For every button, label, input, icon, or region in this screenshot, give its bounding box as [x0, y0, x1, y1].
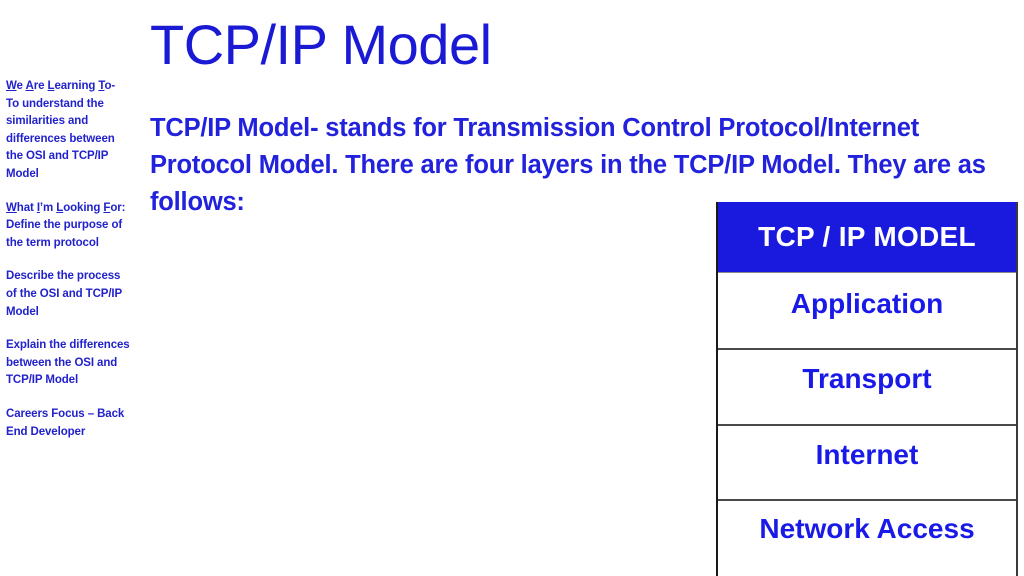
- model-table-header: TCP / IP MODEL: [718, 202, 1016, 272]
- sidebar-block-body: Define the purpose of the term protocol: [6, 219, 123, 249]
- tcp-ip-model-table: TCP / IP MODEL Application Transport Int…: [716, 202, 1018, 576]
- sidebar-block-heading: What I’m Looking For:: [6, 201, 126, 214]
- model-layer-application: Application: [718, 272, 1016, 348]
- sidebar-block-what-im-looking-for: What I’m Looking For: Define the purpose…: [6, 200, 132, 253]
- sidebar-block-body: Careers Focus – Back End Developer: [6, 407, 125, 438]
- learning-objectives-sidebar: We Are Learning To- To understand the si…: [6, 78, 132, 441]
- sidebar-block-body: To understand the similarities and diffe…: [6, 97, 115, 180]
- sidebar-block-describe-process: Describe the process of the OSI and TCP/…: [6, 268, 132, 321]
- sidebar-block-body: Explain the differences between the OSI …: [6, 339, 130, 387]
- model-layer-network-access: Network Access: [718, 499, 1016, 576]
- sidebar-block-body: Describe the process of the OSI and TCP/…: [6, 270, 122, 318]
- model-layer-transport: Transport: [718, 348, 1016, 424]
- page-title: TCP/IP Model: [150, 13, 492, 76]
- sidebar-block-careers-focus: Careers Focus – Back End Developer: [6, 406, 132, 441]
- sidebar-block-heading: We Are Learning To-: [6, 80, 116, 92]
- model-layer-internet: Internet: [718, 424, 1016, 499]
- sidebar-block-explain-differences: Explain the differences between the OSI …: [6, 337, 132, 390]
- sidebar-block-we-are-learning-to: We Are Learning To- To understand the si…: [6, 78, 132, 184]
